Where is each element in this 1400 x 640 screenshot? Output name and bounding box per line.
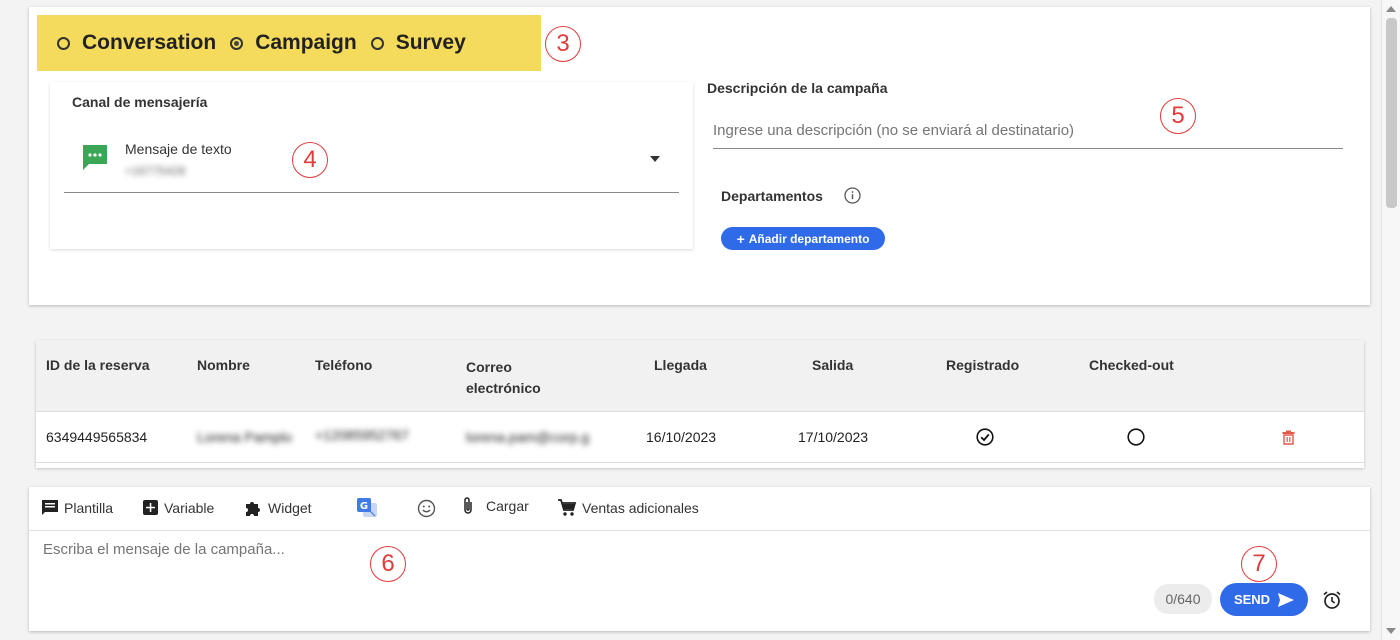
campaign-type-radio-group: Conversation Campaign Survey [37, 15, 541, 71]
scroll-up-arrow-icon[interactable] [1386, 6, 1396, 12]
character-counter: 0/640 [1154, 584, 1212, 614]
table-header: ID de la reserva Nombre Teléfono Correo … [36, 340, 1364, 412]
delete-trash-icon[interactable] [1282, 430, 1295, 445]
emoji-icon[interactable] [417, 499, 436, 518]
add-department-label: Añadir departamento [748, 231, 870, 246]
message-composer: Plantilla Variable Widget G Cargar Venta [29, 487, 1370, 631]
radio-label: Campaign [255, 31, 357, 54]
sms-chat-icon [83, 145, 107, 170]
callout-6: 6 [370, 546, 406, 582]
reservation-id: 6349449565834 [46, 429, 148, 445]
schedule-alarm-icon[interactable] [1322, 590, 1342, 610]
variable-button[interactable]: Variable [142, 499, 214, 516]
callout-3: 3 [545, 26, 581, 62]
arrival-date: 16/10/2023 [646, 429, 717, 445]
description-input[interactable] [713, 112, 1343, 149]
channel-label: Canal de mensajería [72, 94, 208, 110]
google-translate-icon[interactable]: G [356, 497, 378, 519]
column-header: Salida [812, 357, 854, 373]
channel-select[interactable]: Mensaje de texto +16775428 [64, 132, 679, 193]
callout-4: 4 [292, 142, 328, 178]
radio-label: Survey [395, 31, 466, 54]
callout-5: 5 [1160, 98, 1196, 134]
column-header: Registrado [946, 357, 1020, 373]
template-label: Plantilla [64, 499, 114, 516]
callout-7: 7 [1241, 546, 1277, 582]
guest-name: Lorena Pamplo [197, 429, 292, 445]
upsell-label: Ventas adicionales [582, 500, 699, 516]
shopping-cart-icon [558, 499, 577, 516]
template-button[interactable]: Plantilla [41, 499, 113, 516]
upsell-button[interactable]: Ventas adicionales [557, 499, 699, 517]
widget-label: Widget [268, 500, 312, 516]
add-box-icon [143, 500, 158, 515]
scroll-thumb[interactable] [1386, 18, 1397, 208]
column-header: Correo electrónico [466, 359, 541, 396]
upload-button[interactable]: Cargar [461, 496, 529, 516]
checked-out-circle-icon[interactable] [1127, 428, 1145, 446]
template-icon [42, 500, 58, 515]
upload-label: Cargar [486, 498, 529, 514]
svg-text:G: G [360, 501, 368, 512]
info-icon[interactable] [844, 187, 861, 204]
radio-conversation[interactable]: Conversation [57, 31, 216, 55]
radio-survey[interactable]: Survey [370, 31, 466, 55]
radio-unchecked-icon [370, 36, 384, 50]
column-header: Nombre [197, 357, 250, 373]
radio-checked-icon [230, 36, 244, 50]
campaign-message-input[interactable] [43, 541, 1103, 601]
radio-campaign[interactable]: Campaign [230, 31, 357, 55]
composer-toolbar: Plantilla Variable Widget G Cargar Venta [29, 487, 1370, 531]
checked-in-check-icon[interactable] [976, 428, 994, 446]
dropdown-caret-icon [650, 156, 660, 162]
add-department-button[interactable]: + Añadir departamento [721, 227, 885, 250]
puzzle-extension-icon [246, 502, 260, 516]
send-label: SEND [1233, 592, 1271, 607]
column-header: Llegada [654, 357, 707, 373]
send-arrow-icon [1278, 592, 1295, 607]
scroll-down-arrow-icon[interactable] [1386, 628, 1396, 634]
radio-unchecked-icon [57, 36, 70, 50]
description-label: Descripción de la campaña [707, 80, 888, 96]
column-header: ID de la reserva [46, 357, 150, 373]
widget-button[interactable]: Widget [244, 499, 312, 517]
table-row[interactable]: 6349449565834 Lorena Pamplo +12085952767… [36, 412, 1364, 463]
column-header: Checked-out [1089, 357, 1174, 373]
channel-number: +16775428 [125, 164, 186, 178]
variable-label: Variable [164, 499, 215, 516]
guest-email: lorena.pam@corp.g [466, 429, 590, 445]
page-scrollbar[interactable] [1381, 0, 1400, 640]
guest-phone: +12085952767 [315, 427, 409, 443]
radio-label: Conversation [82, 31, 217, 54]
column-header: Teléfono [315, 357, 373, 373]
plus-icon: + [736, 230, 745, 247]
departure-date: 17/10/2023 [798, 429, 869, 445]
send-button[interactable]: SEND [1220, 583, 1308, 616]
attachment-paperclip-icon [464, 497, 472, 514]
reservations-table: ID de la reserva Nombre Teléfono Correo … [36, 340, 1364, 468]
channel-name: Mensaje de texto [125, 141, 232, 157]
departments-label: Departamentos [721, 188, 823, 204]
